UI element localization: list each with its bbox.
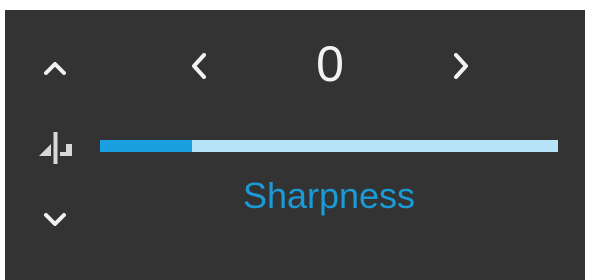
chevron-down-icon [44, 213, 66, 226]
previous-setting-button[interactable] [35, 50, 75, 86]
increase-value-button[interactable] [441, 46, 481, 86]
sharpness-value: 0 [316, 36, 344, 92]
chevron-up-icon [44, 62, 66, 75]
value-stepper: 0 [105, 28, 575, 98]
chevron-right-icon [454, 53, 468, 79]
sharpness-slider[interactable] [100, 140, 558, 152]
sharpness-control-panel: 0 Sharpness [5, 10, 585, 280]
compare-toggle[interactable] [30, 128, 80, 168]
panel-navigation [5, 10, 105, 280]
split-compare-icon [39, 132, 72, 164]
next-setting-button[interactable] [35, 202, 75, 238]
slider-fill [100, 140, 192, 152]
setting-label: Sharpness [242, 175, 416, 216]
decrease-value-button[interactable] [179, 46, 219, 86]
chevron-left-icon [192, 53, 206, 79]
